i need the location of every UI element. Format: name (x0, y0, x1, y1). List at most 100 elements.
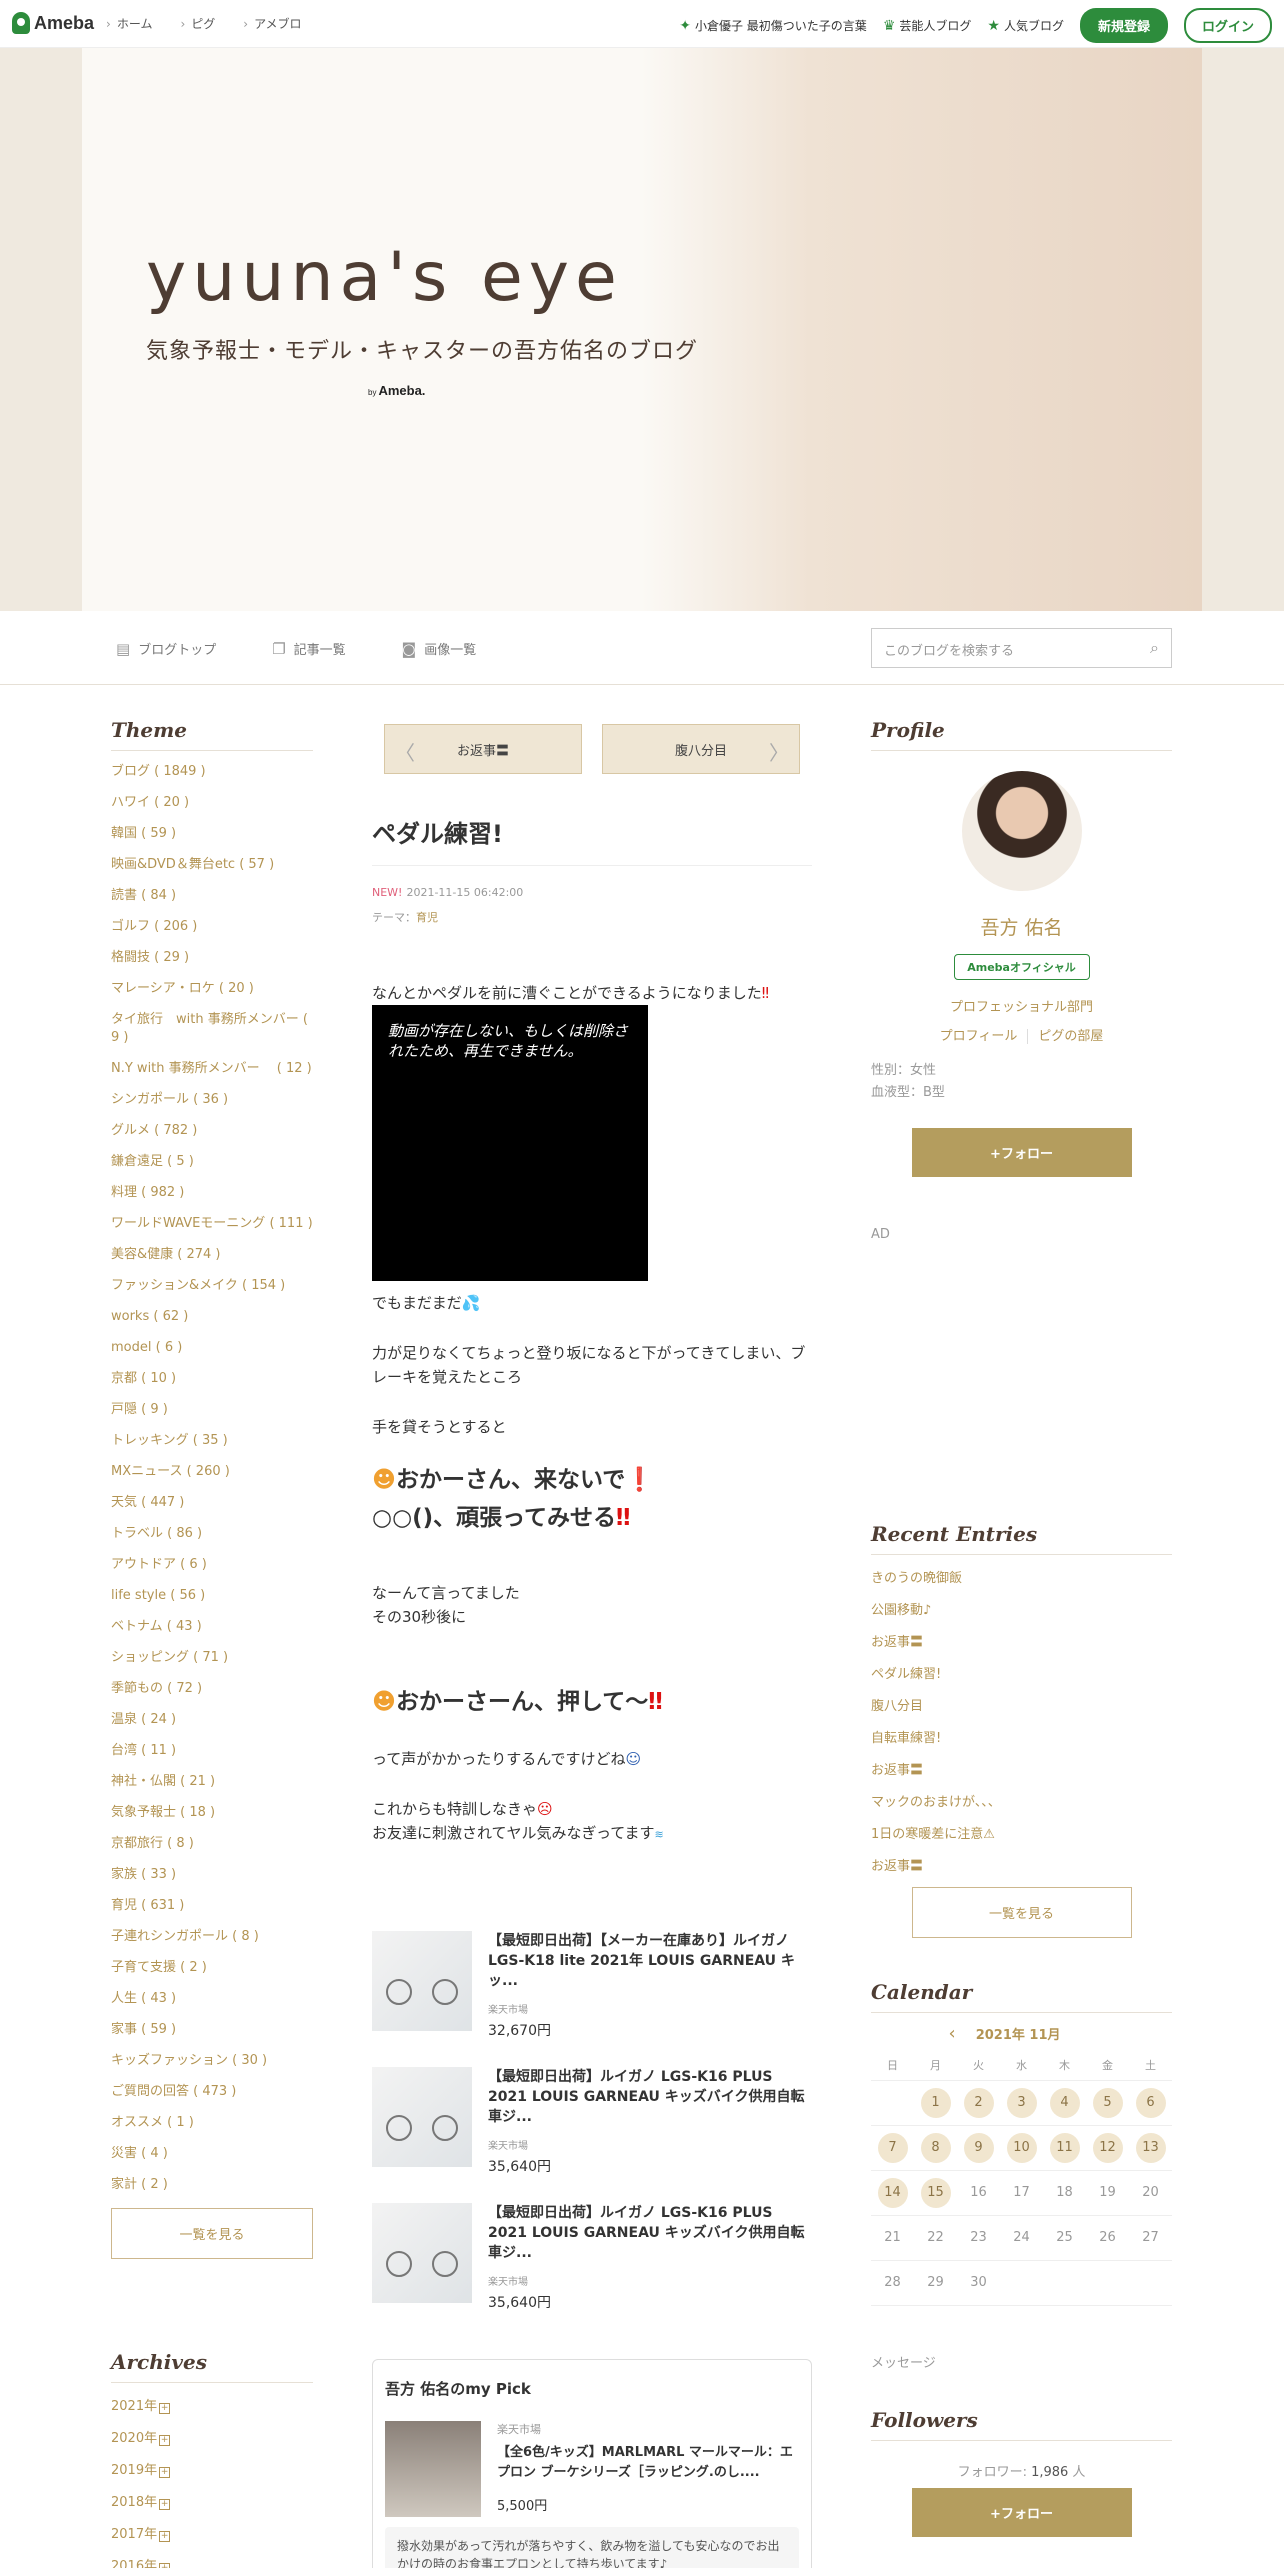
theme-item[interactable]: 気象予報士 ( 18 ) (111, 1804, 313, 1822)
theme-item[interactable]: 神社・仏閣 ( 21 ) (111, 1773, 313, 1791)
theme-item[interactable]: 読書 ( 84 ) (111, 887, 313, 905)
calendar-day[interactable]: 1 (920, 2087, 951, 2118)
theme-item[interactable]: タイ旅行 with 事務所メンバー ( 9 ) (111, 1011, 313, 1047)
theme-item[interactable]: MXニュース ( 260 ) (111, 1463, 313, 1481)
theme-item[interactable]: 料理 ( 982 ) (111, 1184, 313, 1202)
theme-more-button[interactable]: 一覧を見る (111, 2208, 313, 2259)
follow-button[interactable]: +フォロー (911, 2488, 1132, 2537)
message-link[interactable]: メッセージ (871, 2352, 936, 2371)
archive-year-item[interactable]: 2020年 + (111, 2427, 313, 2446)
profile-name[interactable]: 吾方 佑名 (871, 913, 1172, 940)
login-button[interactable]: ログイン (1183, 8, 1272, 43)
expand-plus-icon[interactable]: + (159, 2467, 171, 2478)
theme-item[interactable]: ベトナム ( 43 ) (111, 1618, 313, 1636)
nav-home[interactable]: ホーム (106, 15, 153, 32)
trending-link[interactable]: ✦ 小倉優子 最初傷ついた子の言葉 (679, 17, 867, 34)
calendar-day[interactable]: 5 (1092, 2087, 1123, 2118)
expand-plus-icon[interactable]: + (159, 2403, 171, 2414)
pigg-room-link[interactable]: ピグの部屋 (1027, 1029, 1104, 1044)
theme-item[interactable]: ハワイ ( 20 ) (111, 794, 313, 812)
calendar-day[interactable]: 8 (920, 2132, 951, 2163)
archive-year-item[interactable]: 2018年 + (111, 2491, 313, 2510)
theme-item[interactable]: 人生 ( 43 ) (111, 1990, 313, 2008)
theme-item[interactable]: キッズファッション ( 30 ) (111, 2052, 313, 2070)
recent-entry-item[interactable]: 1日の寒暖差に注意⚠ (871, 1823, 1172, 1842)
theme-item[interactable]: シンガポール ( 36 ) (111, 1091, 313, 1109)
blog-search-input[interactable]: このブログを検索する ⌕ (871, 628, 1172, 668)
theme-item[interactable]: 美容&健康 ( 274 ) (111, 1246, 313, 1264)
my-pick-item[interactable]: 楽天市場 【全6色/キッズ】MARLMARL マールマール：エプロン ブーケシリ… (385, 2421, 799, 2517)
image-list-link[interactable]: ◙ 画像一覧 (402, 639, 477, 659)
product-card[interactable]: 【最短即日出荷】【メーカー在庫あり】ルイガノ LGS-K18 lite 2021… (372, 1931, 812, 2067)
calendar-day[interactable]: 6 (1135, 2087, 1166, 2118)
theme-item[interactable]: トレッキング ( 35 ) (111, 1432, 313, 1450)
recent-entry-item[interactable]: 自転車練習! (871, 1727, 1172, 1746)
product-card[interactable]: 【最短即日出荷】ルイガノ LGS-K16 PLUS 2021 LOUIS GAR… (372, 2203, 812, 2339)
theme-item[interactable]: 家事 ( 59 ) (111, 2021, 313, 2039)
calendar-day[interactable]: 4 (1049, 2087, 1080, 2118)
recent-entry-item[interactable]: お返事〓 (871, 1759, 1172, 1778)
chevron-left-icon[interactable]: ‹ (948, 2023, 955, 2044)
theme-item[interactable]: life style ( 56 ) (111, 1587, 313, 1605)
theme-item[interactable]: 子連れシンガポール ( 8 ) (111, 1928, 313, 1946)
product-card[interactable]: 【最短即日出荷】ルイガノ LGS-K16 PLUS 2021 LOUIS GAR… (372, 2067, 812, 2203)
recent-entry-item[interactable]: お返事〓 (871, 1631, 1172, 1650)
theme-item[interactable]: アウトドア ( 6 ) (111, 1556, 313, 1574)
archive-year-item[interactable]: 2017年 + (111, 2523, 313, 2542)
calendar-day[interactable]: 15 (920, 2177, 951, 2208)
archive-year-item[interactable]: 2019年 + (111, 2459, 313, 2478)
nav-pigg[interactable]: ピグ (180, 15, 215, 32)
banner-inner[interactable]: yuuna's eye 気象予報士・モデル・キャスターの吾方佑名のブログ by A… (82, 48, 1202, 611)
theme-item[interactable]: トラベル ( 86 ) (111, 1525, 313, 1543)
expand-plus-icon[interactable]: + (159, 2563, 171, 2568)
calendar-day[interactable]: 3 (1006, 2087, 1037, 2118)
recent-entry-item[interactable]: マックのおまけが、、、 (871, 1791, 1172, 1810)
recent-more-button[interactable]: 一覧を見る (911, 1887, 1132, 1938)
avatar[interactable] (961, 771, 1082, 891)
theme-item[interactable]: 災害 ( 4 ) (111, 2145, 313, 2163)
nav-ameblo[interactable]: アメブロ (243, 15, 301, 32)
calendar-day[interactable]: 7 (877, 2132, 908, 2163)
search-icon[interactable]: ⌕ (1150, 638, 1159, 658)
recent-entry-item[interactable]: 腹八分目 (871, 1695, 1172, 1714)
theme-item[interactable]: 京都 ( 10 ) (111, 1370, 313, 1388)
archive-year-item[interactable]: 2016年 + (111, 2555, 313, 2568)
profile-link[interactable]: プロフィール (940, 1029, 1018, 1044)
theme-item[interactable]: 家計 ( 2 ) (111, 2176, 313, 2194)
entry-title[interactable]: ペダル練習! (372, 814, 812, 866)
theme-item[interactable]: 台湾 ( 11 ) (111, 1742, 313, 1760)
entry-list-link[interactable]: ❐ 記事一覧 (272, 639, 345, 659)
theme-item[interactable]: グルメ ( 782 ) (111, 1122, 313, 1140)
theme-item[interactable]: 格闘技 ( 29 ) (111, 949, 313, 967)
theme-item[interactable]: 家族 ( 33 ) (111, 1866, 313, 1884)
calendar-day[interactable]: 12 (1092, 2132, 1123, 2163)
theme-item[interactable]: 育児 ( 631 ) (111, 1897, 313, 1915)
theme-item[interactable]: model ( 6 ) (111, 1339, 313, 1357)
theme-item[interactable]: 映画&DVD＆舞台etc ( 57 ) (111, 856, 313, 874)
calendar-day[interactable]: 9 (963, 2132, 994, 2163)
ameba-logo[interactable]: Ameba (12, 12, 94, 34)
theme-item[interactable]: ゴルフ ( 206 ) (111, 918, 313, 936)
profile-category[interactable]: プロフェッショナル部門 (871, 996, 1172, 1015)
recent-entry-item[interactable]: お返事〓 (871, 1855, 1172, 1874)
theme-item[interactable]: N.Y with 事務所メンバー ( 12 ) (111, 1060, 313, 1078)
follow-button[interactable]: +フォロー (911, 1128, 1132, 1177)
expand-plus-icon[interactable]: + (159, 2531, 171, 2542)
calendar-day[interactable]: 13 (1135, 2132, 1166, 2163)
recent-entry-item[interactable]: きのうの晩御飯 (871, 1567, 1172, 1586)
recent-entry-item[interactable]: 公園移動♪ (871, 1599, 1172, 1618)
archive-year-item[interactable]: 2021年 + (111, 2395, 313, 2414)
calendar-day[interactable]: 14 (877, 2177, 908, 2208)
register-button[interactable]: 新規登録 (1079, 8, 1168, 43)
popular-blog-link[interactable]: ★ 人気ブログ (987, 17, 1064, 34)
theme-item[interactable]: 天気 ( 447 ) (111, 1494, 313, 1512)
theme-item[interactable]: ショッピング ( 71 ) (111, 1649, 313, 1667)
expand-plus-icon[interactable]: + (159, 2499, 171, 2510)
theme-item[interactable]: 鎌倉遠足 ( 5 ) (111, 1153, 313, 1171)
theme-item[interactable]: ブログ ( 1849 ) (111, 763, 313, 781)
next-entry-button[interactable]: 腹八分目〉 (602, 724, 800, 774)
theme-item[interactable]: 京都旅行 ( 8 ) (111, 1835, 313, 1853)
theme-item[interactable]: オススメ ( 1 ) (111, 2114, 313, 2132)
prev-entry-button[interactable]: 〈お返事〓 (384, 724, 582, 774)
theme-item[interactable]: マレーシア・ロケ ( 20 ) (111, 980, 313, 998)
